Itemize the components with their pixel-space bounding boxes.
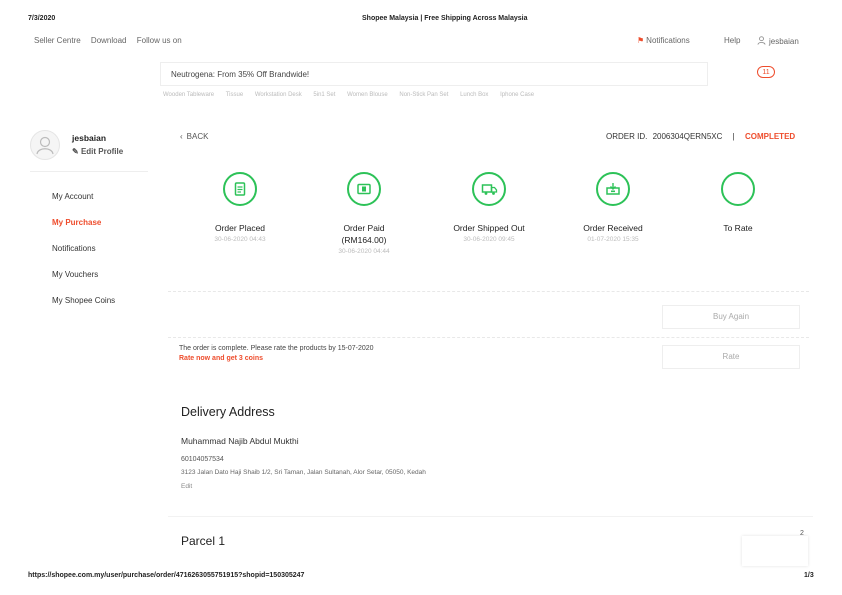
star-icon [721,172,755,206]
sidebar-item-my-account[interactable]: My Account [52,192,93,201]
order-id-separator: | [732,132,735,141]
order-status: COMPLETED [744,132,796,141]
search-suggestions: Wooden Tableware Tissue Workstation Desk… [163,92,544,98]
step-order-placed: Order Placed 30-06-2020 04:43 [195,172,285,243]
print-page-number: 1/3 [804,572,814,579]
print-url: https://shopee.com.my/user/purchase/orde… [28,572,305,579]
topbar-notifications[interactable]: ⚑ Notifications [637,36,698,45]
chevron-left-icon: ‹ [180,132,183,141]
suggestion-item[interactable]: Wooden Tableware [163,92,214,98]
step-order-received: Order Received 01-07-2020 15:35 [568,172,658,243]
truck-icon [472,172,506,206]
order-id-row: ORDER ID. 2006304QERN5XC | COMPLETED [606,132,795,141]
user-icon [757,36,766,45]
edit-address-link[interactable]: Edit [181,483,192,490]
divider [168,337,809,338]
payment-icon [347,172,381,206]
suggestion-item[interactable]: Tissue [226,92,243,98]
suggestion-item[interactable]: Non-Stick Pan Set [399,92,448,98]
back-button[interactable]: ‹ BACK [180,132,208,141]
suggestion-item[interactable]: Iphone Case [500,92,534,98]
topbar-links: Seller Centre Download Follow us on [34,36,190,45]
parcel-card [168,516,813,565]
step-label: Order Paid (RM164.00) [341,223,387,245]
sidebar-item-my-shopee-coins[interactable]: My Shopee Coins [52,296,115,305]
sidebar-item-my-purchase[interactable]: My Purchase [52,218,101,227]
help-link[interactable]: Help [724,36,740,45]
notifications-link: Notifications [646,36,690,45]
parcel-title: Parcel 1 [181,534,226,548]
receipt-icon [223,172,257,206]
topbar-link-seller-centre[interactable]: Seller Centre [34,36,81,45]
recipient-name: Muhammad Najib Abdul Mukthi [181,436,299,446]
sidebar-item-my-vouchers[interactable]: My Vouchers [52,270,98,279]
floating-chat-widget[interactable] [742,536,808,566]
order-complete-message: The order is complete. Please rate the p… [179,345,374,352]
sidebar-username: jesbaian [72,133,107,143]
edit-profile-link[interactable]: ✎ Edit Profile [72,147,123,156]
back-label: BACK [186,132,209,141]
rate-coins-message: Rate now and get 3 coins [179,355,264,362]
suggestion-item[interactable]: Workstation Desk [255,92,302,98]
step-label: To Rate [723,223,753,233]
step-to-rate: To Rate [693,172,783,234]
order-id-value: 2006304QERN5XC [652,132,723,141]
recipient-address: 3123 Jalan Dato Haji Shaib 1/2, Sri Tama… [181,469,426,476]
topbar-link-download[interactable]: Download [91,36,127,45]
recipient-phone: 60104057534 [181,456,224,463]
buy-again-button[interactable]: Buy Again [662,305,800,329]
step-label: Order Placed [214,223,266,233]
step-order-shipped: Order Shipped Out 30-06-2020 09:45 [444,172,534,243]
print-page-title: Shopee Malaysia | Free Shipping Across M… [362,15,528,22]
avatar[interactable] [30,130,60,160]
divider [168,291,809,292]
user-icon [36,136,54,155]
sidebar-item-notifications[interactable]: Notifications [52,244,96,253]
topbar-user[interactable]: jesbaian [757,36,807,46]
edit-profile-label: Edit Profile [80,147,124,156]
search-input[interactable]: Neutrogena: From 35% Off Brandwide! [160,62,708,86]
step-time: 30-06-2020 09:45 [463,236,515,243]
sidebar-divider [30,171,148,172]
suggestion-item[interactable]: Women Blouse [347,92,388,98]
print-date: 7/3/2020 [28,15,56,22]
pencil-icon: ✎ [72,147,79,156]
step-time: 30-06-2020 04:44 [338,248,390,255]
delivery-title: Delivery Address [181,405,275,419]
suggestion-item[interactable]: 5in1 Set [313,92,335,98]
step-label: Order Received [583,223,643,233]
step-time: 01-07-2020 15:35 [587,236,639,243]
box-icon [596,172,630,206]
bell-icon: ⚑ [637,36,645,45]
suggestion-item[interactable]: Lunch Box [460,92,488,98]
rate-button[interactable]: Rate [662,345,800,369]
step-order-paid: Order Paid (RM164.00) 30-06-2020 04:44 [319,172,409,255]
step-time: 30-06-2020 04:43 [214,236,266,243]
topbar-username: jesbaian [769,37,799,46]
topbar-link-follow[interactable]: Follow us on [137,36,182,45]
order-id-label: ORDER ID. [606,132,648,141]
step-label: Order Shipped Out [453,223,525,233]
cart-icon[interactable]: 11 [757,66,775,78]
